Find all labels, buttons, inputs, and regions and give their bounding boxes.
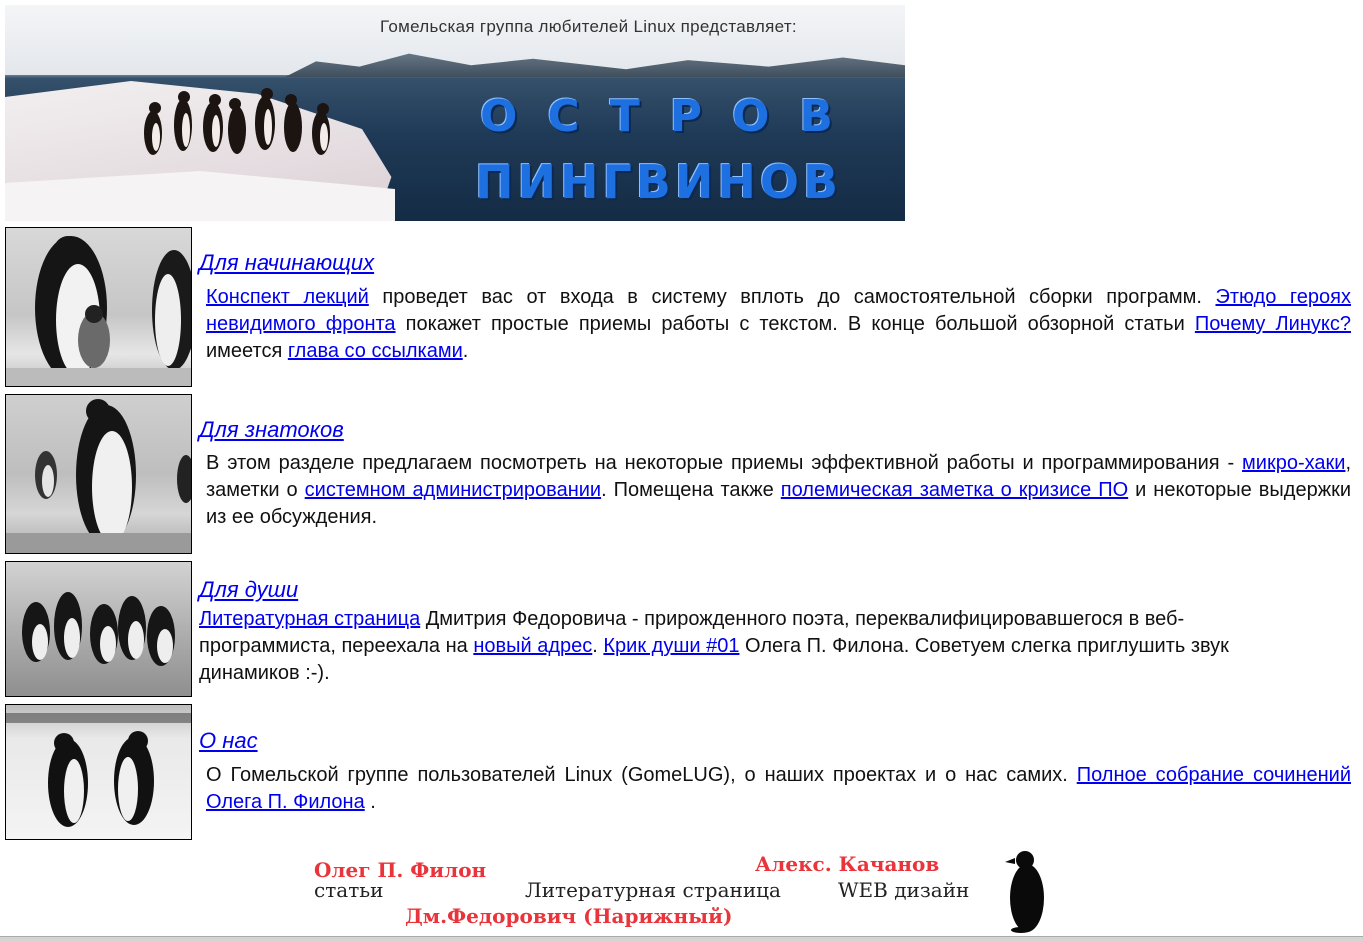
inline-text: . Помещена также: [601, 479, 781, 501]
section-soul-text: Литературная страница Дмитрия Федоровича…: [199, 606, 1314, 687]
inline-text: проведет вас от входа в систему вплоть д…: [368, 286, 1216, 308]
inline-link[interactable]: Полное собрание сочинений: [1077, 764, 1351, 786]
footer-center-role: Литературная страница: [525, 878, 781, 902]
inline-link[interactable]: микро-хаки: [1242, 452, 1345, 474]
penguin-colony-icon: [22, 592, 175, 666]
inline-link[interactable]: глава со ссылками: [288, 340, 463, 362]
penguin-pair-icon: [6, 713, 191, 827]
inline-link[interactable]: Олега П. Филона: [206, 791, 365, 813]
section-about-title[interactable]: О нас: [199, 728, 258, 754]
footer-author2-name: Алекс. Качанов: [755, 852, 940, 876]
section-experts-link[interactable]: Для знатоков: [199, 417, 344, 442]
inline-text: имеется: [206, 340, 288, 362]
section-beginners-link[interactable]: Для начинающих: [199, 250, 374, 275]
inline-text: .: [592, 635, 604, 657]
window-bottom-edge: [0, 936, 1363, 942]
footer-author3-name: Дм.Федорович (Нарижный): [405, 904, 733, 928]
inline-text: В этом разделе предлагаем посмотреть на …: [206, 452, 1243, 474]
banner-penguins-icon: [144, 88, 330, 155]
section-soul-title[interactable]: Для души: [199, 577, 298, 603]
penguin-family-icon: [6, 236, 191, 386]
footer-author1-role: статьи: [314, 878, 384, 902]
inline-link[interactable]: Литературная страница: [199, 608, 420, 630]
section-about-link[interactable]: О нас: [199, 728, 258, 753]
inline-link[interactable]: Почему Линукс?: [1195, 313, 1351, 335]
section-beginners-text: Конспект лекций проведет вас от входа в …: [206, 284, 1351, 365]
banner-title-line2: ПИНГВИНОВ: [475, 155, 843, 209]
section-soul-link[interactable]: Для души: [199, 577, 298, 602]
inline-text: .: [462, 340, 469, 362]
banner-caption: Гомельская группа любителей Linux предст…: [380, 17, 797, 36]
penguin-standing-icon: [6, 399, 191, 553]
inline-link[interactable]: новый адрес: [473, 635, 592, 657]
banner-title-line1: ОСТРОВ: [480, 91, 863, 142]
inline-text: покажет простые приемы работы с текстом.…: [395, 313, 1195, 335]
thumb-soul-image: [5, 561, 192, 697]
section-experts-text: В этом разделе предлагаем посмотреть на …: [206, 450, 1351, 531]
section-about-text: О Гомельской группе пользователей Linux …: [206, 762, 1351, 816]
footer-credits: Олег П. Филон статьи Литературная страни…: [0, 840, 1363, 941]
inline-text: .: [364, 791, 376, 813]
inline-text: О Гомельской группе пользователей Linux …: [206, 764, 1077, 786]
thumb-about-image: [5, 704, 192, 840]
penguin-logo-icon: [1005, 851, 1044, 933]
thumb-beginners-image: [5, 227, 192, 387]
thumb-experts-image: [5, 394, 192, 554]
section-beginners-title[interactable]: Для начинающих: [199, 250, 374, 276]
inline-link[interactable]: полемическая заметка о кризисе ПО: [781, 479, 1128, 501]
inline-link[interactable]: системном администрировании: [305, 479, 601, 501]
inline-link[interactable]: Конспект лекций: [206, 286, 369, 308]
site-banner: Гомельская группа любителей Linux предст…: [5, 5, 905, 221]
inline-link[interactable]: Крик души #01: [603, 635, 739, 657]
footer-author2-role: WEB дизайн: [838, 878, 970, 902]
section-experts-title[interactable]: Для знатоков: [199, 417, 344, 443]
